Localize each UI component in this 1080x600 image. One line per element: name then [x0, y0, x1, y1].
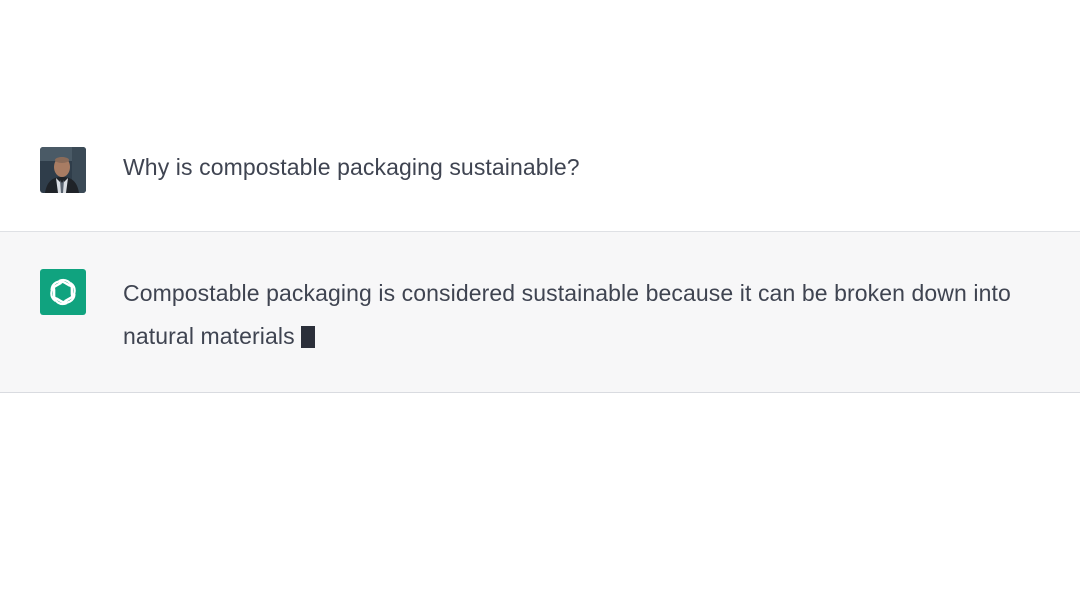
chat-page: Why is compostable packaging sustainable… — [0, 0, 1080, 600]
user-message-row: Why is compostable packaging sustainable… — [0, 120, 1080, 232]
assistant-message-text: Compostable packaging is considered sust… — [123, 272, 1068, 358]
streaming-cursor — [300, 326, 315, 348]
assistant-message-row: Compostable packaging is considered sust… — [0, 232, 1080, 393]
openai-logo-icon — [50, 278, 76, 306]
user-message-text: Why is compostable packaging sustainable… — [123, 154, 580, 180]
assistant-avatar — [40, 269, 86, 315]
user-avatar — [40, 147, 86, 193]
assistant-message-content: Compostable packaging is considered sust… — [123, 280, 1011, 349]
user-photo-avatar — [40, 147, 86, 193]
